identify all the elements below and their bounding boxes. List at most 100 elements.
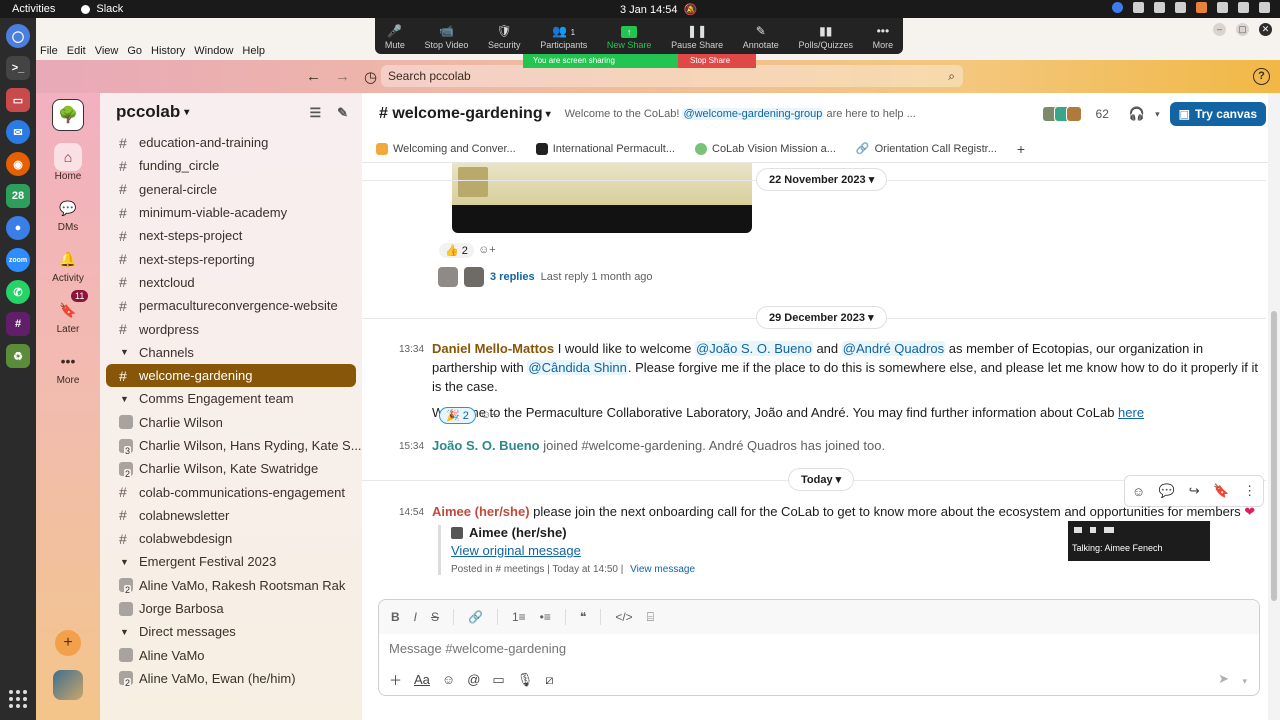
- section-direct-messages[interactable]: ▼ Direct messages: [100, 620, 362, 643]
- code-block-icon[interactable]: ⌸: [647, 610, 654, 625]
- date-pill[interactable]: 22 November 2023 ▾: [756, 168, 888, 191]
- sidebar-channel[interactable]: # education-and-training: [100, 131, 362, 154]
- sidebar-channel[interactable]: # next-steps-project: [100, 224, 362, 247]
- schedule-send-chevron-icon[interactable]: ▾: [1242, 676, 1247, 687]
- chrome-dock-icon[interactable]: ●: [6, 216, 30, 240]
- quote-channel-link[interactable]: # meetings: [495, 564, 544, 575]
- ordered-list-icon[interactable]: 1≡: [512, 610, 526, 624]
- sidebar-channel[interactable]: # colab-communications-engagement: [100, 480, 362, 503]
- sidebar-dm[interactable]: Aline VaMo: [100, 644, 362, 667]
- mention-icon[interactable]: @: [467, 672, 480, 687]
- tray-icon-d[interactable]: [1196, 2, 1207, 13]
- user-mention[interactable]: @Cândida Shinn: [527, 360, 628, 375]
- sidebar-dm[interactable]: Charlie Wilson, Kate Swatridge: [100, 457, 362, 480]
- zoom-participants-button[interactable]: 👥 1 Participants: [540, 24, 587, 50]
- user-avatar[interactable]: [53, 670, 83, 700]
- zoom-pause-share-button[interactable]: ❚❚ Pause Share: [671, 24, 723, 50]
- bookmark-item[interactable]: 🔗 Orientation Call Registr...: [856, 142, 997, 156]
- slack-dock-icon[interactable]: #: [6, 312, 30, 336]
- menu-view[interactable]: View: [95, 45, 119, 57]
- menu-window[interactable]: Window: [194, 45, 233, 57]
- sidebar-channel-active[interactable]: # welcome-gardening: [106, 363, 356, 388]
- channel-topic[interactable]: Welcome to the CoLab! @welcome-gardening…: [565, 108, 916, 120]
- message-input[interactable]: [379, 634, 1239, 664]
- video-clip-icon[interactable]: ▭: [492, 672, 504, 688]
- italic-icon[interactable]: I: [414, 610, 417, 624]
- try-canvas-button[interactable]: ▣ Try canvas: [1169, 102, 1266, 126]
- topic-mention[interactable]: @welcome-gardening-group: [682, 108, 824, 120]
- sidebar-channel[interactable]: # colabnewsletter: [100, 504, 362, 527]
- activities-button[interactable]: Activities: [12, 3, 55, 15]
- more-actions-icon[interactable]: ⋮: [1243, 483, 1256, 499]
- tray-icon-b[interactable]: [1154, 2, 1165, 13]
- minimize-icon[interactable]: –: [1213, 23, 1226, 36]
- quote-author[interactable]: Aimee (her/she): [469, 525, 567, 540]
- link-icon[interactable]: 🔗: [468, 610, 483, 624]
- huddle-headset-icon[interactable]: 🎧: [1129, 106, 1145, 122]
- calendar-dock-icon[interactable]: 28: [6, 184, 30, 208]
- back-arrow-icon[interactable]: ←: [306, 68, 321, 86]
- sidebar-dm[interactable]: Aline VaMo, Ewan (he/him): [100, 667, 362, 690]
- compose-icon[interactable]: ✎: [337, 105, 348, 121]
- code-icon[interactable]: </>: [615, 610, 632, 624]
- terminal-dock-icon[interactable]: >_: [6, 56, 30, 80]
- sidebar-dm[interactable]: Aline VaMo, Rakesh Rootsman Rak: [100, 574, 362, 597]
- menu-history[interactable]: History: [151, 45, 185, 57]
- sidebar-channel[interactable]: # permacultureconvergence-website: [100, 294, 362, 317]
- message-author[interactable]: Daniel Mello-Mattos: [432, 341, 554, 356]
- message-scrollbar[interactable]: [1268, 93, 1280, 720]
- menu-help[interactable]: Help: [242, 45, 265, 57]
- battery-icon[interactable]: [1259, 2, 1270, 13]
- sidebar-channel[interactable]: # wordpress: [100, 317, 362, 340]
- system-tray[interactable]: [1112, 2, 1270, 13]
- rail-more[interactable]: ••• More: [54, 347, 82, 386]
- zoom-more-button[interactable]: ••• More: [873, 24, 894, 50]
- bookmark-item[interactable]: Welcoming and Conver...: [376, 142, 516, 155]
- zoom-polls-button[interactable]: ▮▮ Polls/Quizzes: [798, 24, 853, 50]
- reaction-chip[interactable]: 🎉 2: [439, 406, 476, 424]
- bookmark-item[interactable]: International Permacult...: [535, 142, 675, 155]
- search-input[interactable]: Search pccolab ⌕: [381, 65, 963, 87]
- zoom-annotate-button[interactable]: ✎ Annotate: [743, 24, 779, 50]
- trash-dock-icon[interactable]: ♻: [6, 344, 30, 368]
- message-time[interactable]: 13:34: [399, 340, 424, 359]
- user-mention[interactable]: @André Quadros: [841, 341, 946, 356]
- message-link[interactable]: here: [1118, 405, 1144, 420]
- sidebar-channel[interactable]: # funding_circle: [100, 154, 362, 177]
- rail-later[interactable]: 🔖 11 Later: [54, 290, 89, 335]
- section-comms[interactable]: ▼ Comms Engagement team: [100, 387, 362, 410]
- volume-icon[interactable]: [1238, 2, 1249, 13]
- save-bookmark-icon[interactable]: 🔖: [1213, 483, 1229, 499]
- date-pill[interactable]: 29 December 2023 ▾: [756, 306, 887, 329]
- rail-activity[interactable]: 🔔 Activity: [52, 245, 84, 285]
- thread-summary[interactable]: 3 replies Last reply 1 month ago: [438, 267, 653, 287]
- view-original-message-link[interactable]: View original message: [451, 543, 1038, 558]
- zoom-mute-button[interactable]: 🎤 Mute: [385, 24, 405, 50]
- message-author[interactable]: Aimee (her/she): [432, 504, 530, 519]
- firefox-dock-icon[interactable]: ◉: [6, 152, 30, 176]
- sidebar-channel[interactable]: # minimum-viable-academy: [100, 201, 362, 224]
- date-pill[interactable]: Today ▾: [788, 468, 855, 491]
- workspace-header[interactable]: pccolab ▾ ☰ ✎: [100, 93, 362, 131]
- member-avatars[interactable]: [1041, 106, 1082, 122]
- wifi-icon[interactable]: [1217, 2, 1228, 13]
- tray-icon-c[interactable]: [1175, 2, 1186, 13]
- message-author[interactable]: João S. O. Bueno: [432, 438, 540, 453]
- rail-home[interactable]: ⌂ Home: [54, 143, 82, 182]
- message-time[interactable]: 14:54: [399, 503, 424, 522]
- message[interactable]: 14:54 Aimee (her/she) please join the ne…: [399, 502, 1259, 521]
- add-bookmark-button[interactable]: +: [1017, 141, 1025, 157]
- section-channels[interactable]: ▼ Channels: [100, 341, 362, 364]
- zoom-new-share-button[interactable]: ↑ New Share: [607, 26, 651, 50]
- menu-go[interactable]: Go: [127, 45, 142, 57]
- forward-arrow-icon[interactable]: →: [335, 68, 350, 86]
- zoom-dock-icon[interactable]: zoom: [6, 248, 30, 272]
- help-icon[interactable]: ?: [1253, 68, 1270, 85]
- channel-title-button[interactable]: # welcome-gardening ▾: [379, 105, 551, 123]
- reaction-chip[interactable]: 👍 2: [439, 242, 474, 258]
- message-time[interactable]: 15:34: [399, 437, 424, 456]
- filter-icon[interactable]: ☰: [309, 105, 321, 121]
- browser-dock-icon[interactable]: ◯: [6, 24, 30, 48]
- bullet-list-icon[interactable]: •≡: [540, 610, 551, 624]
- add-reaction-icon[interactable]: ☺+: [480, 406, 498, 424]
